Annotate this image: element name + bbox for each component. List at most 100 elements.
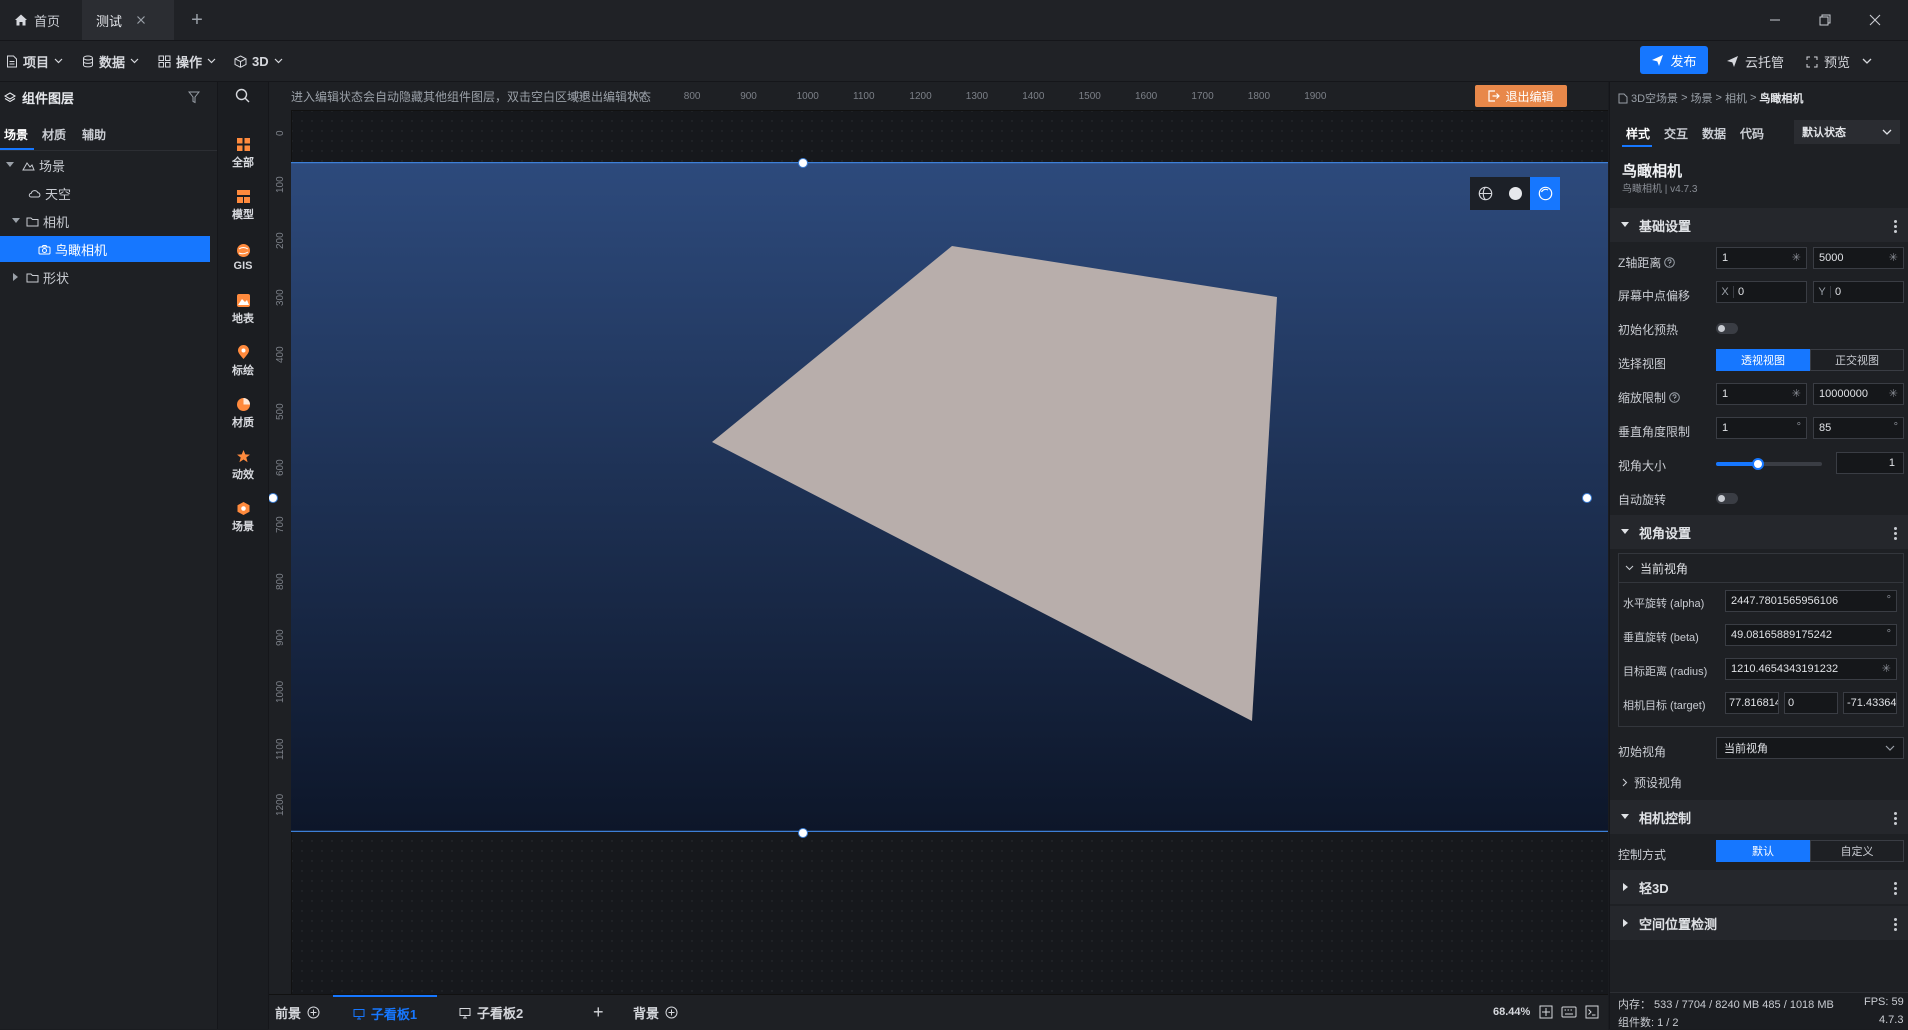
tab-style[interactable]: 样式 <box>1626 125 1650 142</box>
zoom-max-input[interactable]: 10000000 ✳ <box>1813 383 1904 405</box>
publish-button[interactable]: 发布 <box>1640 46 1708 74</box>
caret-right-icon[interactable] <box>13 273 19 281</box>
tab-scene[interactable]: 场景 <box>4 126 28 143</box>
tree-item-shape-group[interactable]: 形状 <box>0 264 210 290</box>
preview-button[interactable]: 预览 <box>1806 52 1872 71</box>
section-view-settings[interactable]: 视角设置 <box>1610 515 1908 549</box>
rail-marker[interactable]: 标绘 <box>218 338 268 384</box>
resize-handle-bottom[interactable] <box>798 828 808 838</box>
z-max-input[interactable]: 5000 ✳ <box>1813 247 1904 269</box>
radius-input[interactable]: 1210.4654343191232 ✳ <box>1725 658 1897 680</box>
rail-all[interactable]: 全部 <box>218 130 268 176</box>
z-min-input[interactable]: 1 ✳ <box>1716 247 1807 269</box>
menu-data[interactable]: 数据 <box>82 41 139 81</box>
rail-effect[interactable]: 动效 <box>218 442 268 488</box>
canvas-area[interactable]: 600 700 800 900 1000 1100 1200 1300 1400 1500 1600… <box>269 82 1608 994</box>
vangle-max-input[interactable]: 85 ° <box>1813 417 1904 439</box>
rail-terrain[interactable]: 地表 <box>218 286 268 332</box>
view-sphere-button[interactable] <box>1500 177 1530 210</box>
more-icon[interactable] <box>1894 810 1897 827</box>
close-window-button[interactable] <box>1863 8 1887 32</box>
tab-background[interactable]: 背景 <box>633 995 678 1030</box>
more-icon[interactable] <box>1894 880 1897 897</box>
tab-code[interactable]: 代码 <box>1740 125 1764 142</box>
chevron-down-icon[interactable] <box>1862 58 1872 65</box>
state-select[interactable]: 默认状态 <box>1794 120 1900 144</box>
beta-input[interactable]: 49.08165889175242 ° <box>1725 624 1897 646</box>
section-space-detection[interactable]: 空间位置检测 <box>1610 906 1908 940</box>
initial-view-select[interactable]: 当前视角 <box>1716 737 1904 759</box>
help-icon[interactable] <box>1664 257 1676 268</box>
add-circle-icon[interactable] <box>665 1006 678 1019</box>
menu-operation[interactable]: 操作 <box>158 41 216 81</box>
section-camera-control[interactable]: 相机控制 <box>1610 800 1908 834</box>
rail-model[interactable]: 模型 <box>218 182 268 228</box>
fov-input[interactable]: 1 <box>1836 452 1904 474</box>
add-board-button[interactable]: + <box>593 995 604 1030</box>
tab-home[interactable]: 首页 <box>0 0 82 40</box>
breadcrumb-item[interactable]: 场景 <box>1691 90 1713 106</box>
terminal-icon[interactable] <box>1585 1005 1599 1019</box>
tab-subboard-1[interactable]: 子看板1 <box>333 995 437 1030</box>
section-basic-settings[interactable]: 基础设置 <box>1610 208 1908 242</box>
more-icon[interactable] <box>1894 916 1897 933</box>
spin-icon[interactable]: ✳ <box>1889 387 1898 400</box>
caret-down-icon[interactable] <box>12 218 20 224</box>
exit-edit-button[interactable]: 退出编辑 <box>1475 85 1567 107</box>
vangle-min-input[interactable]: 1 ° <box>1716 417 1807 439</box>
menu-3d[interactable]: 3D <box>234 41 283 81</box>
resize-handle-top[interactable] <box>798 158 808 168</box>
fov-slider-track[interactable] <box>1716 458 1822 470</box>
tree-item-birdseye-camera[interactable]: 鸟瞰相机 <box>0 236 210 262</box>
control-mode-custom[interactable]: 自定义 <box>1810 840 1904 862</box>
scene-viewport[interactable] <box>291 162 1608 832</box>
keyboard-icon[interactable] <box>1561 1005 1577 1019</box>
current-view-header[interactable]: 当前视角 <box>1619 554 1903 583</box>
rail-gis[interactable]: GIS <box>218 234 268 280</box>
rail-material[interactable]: 材质 <box>218 390 268 436</box>
preset-view-toggle[interactable]: 预设视角 <box>1622 774 1682 791</box>
filter-icon[interactable] <box>188 91 200 104</box>
tree-item-sky[interactable]: 天空 <box>0 180 210 206</box>
tab-foreground[interactable]: 前景 <box>275 995 320 1030</box>
view-orbit-button[interactable] <box>1530 177 1560 210</box>
auto-rotate-toggle[interactable] <box>1716 493 1738 504</box>
tab-test[interactable]: 测试 <box>82 0 174 40</box>
new-tab-button[interactable]: + <box>186 9 208 31</box>
alpha-input[interactable]: 2447.7801565956106 ° <box>1725 590 1897 612</box>
breadcrumb-item[interactable]: 相机 <box>1725 90 1747 106</box>
target-y-input[interactable]: 0 <box>1784 692 1838 714</box>
view-option-orthographic[interactable]: 正交视图 <box>1810 349 1904 371</box>
view-option-perspective[interactable]: 透视视图 <box>1716 349 1810 371</box>
tab-helper[interactable]: 辅助 <box>82 126 106 143</box>
help-icon[interactable] <box>1669 392 1680 403</box>
spin-icon[interactable]: ✳ <box>1792 251 1801 264</box>
target-z-input[interactable]: -71.43364 <box>1843 692 1897 714</box>
tab-interaction[interactable]: 交互 <box>1664 125 1688 142</box>
target-x-input[interactable]: 77.816814 <box>1725 692 1779 714</box>
section-light-3d[interactable]: 轻3D <box>1610 870 1908 904</box>
preheat-toggle[interactable] <box>1716 323 1738 334</box>
tab-material[interactable]: 材质 <box>42 126 66 143</box>
view-globe-button[interactable] <box>1470 177 1500 210</box>
search-icon[interactable] <box>235 88 250 103</box>
close-icon[interactable] <box>136 15 146 25</box>
tab-subboard-2[interactable]: 子看板2 <box>459 995 523 1030</box>
breadcrumb-item[interactable]: 3D空场景 <box>1631 90 1678 106</box>
cloud-hosting-button[interactable]: 云托管 <box>1726 52 1784 71</box>
more-icon[interactable] <box>1894 218 1897 235</box>
tab-data[interactable]: 数据 <box>1702 125 1726 142</box>
tree-item-camera-group[interactable]: 相机 <box>0 208 210 234</box>
caret-down-icon[interactable] <box>6 162 14 168</box>
zoom-min-input[interactable]: 1 ✳ <box>1716 383 1807 405</box>
fit-screen-icon[interactable] <box>1539 1005 1553 1019</box>
spin-icon[interactable]: ✳ <box>1792 387 1801 400</box>
control-mode-default[interactable]: 默认 <box>1716 840 1810 862</box>
more-icon[interactable] <box>1894 525 1897 542</box>
spin-icon[interactable]: ✳ <box>1889 251 1898 264</box>
restore-button[interactable] <box>1813 8 1837 32</box>
menu-project[interactable]: 项目 <box>6 41 63 81</box>
spin-icon[interactable]: ✳ <box>1882 662 1891 675</box>
fov-slider-thumb[interactable] <box>1752 458 1765 470</box>
offset-x-input[interactable]: X0 <box>1716 281 1807 303</box>
